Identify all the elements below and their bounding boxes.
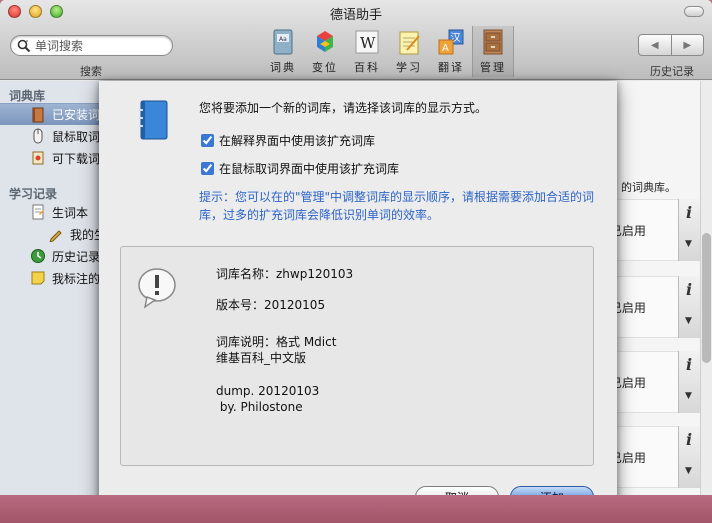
info-button[interactable]: i ▼	[678, 276, 700, 338]
info-icon: i	[686, 280, 693, 299]
svg-text:A: A	[442, 43, 449, 54]
history-back-button[interactable]: ◀	[639, 35, 671, 55]
conjugation-icon	[317, 31, 333, 52]
search-caption: 搜索	[80, 65, 102, 78]
info-icon: i	[686, 203, 693, 222]
blue-book-icon	[139, 100, 168, 140]
wikipedia-icon: W	[355, 30, 379, 54]
sidebar-item-label: 鼠标取词	[52, 129, 101, 144]
mouse-lookup-checkbox[interactable]	[201, 162, 214, 175]
dictionary-description-line2: 维基百科_中文版	[216, 351, 307, 365]
download-box-icon	[32, 151, 44, 165]
translate-icon: 汉 A	[438, 29, 464, 55]
tool-label: 变位	[312, 61, 338, 74]
option-mouse-lookup[interactable]: 在鼠标取词界面中使用该扩充词库	[201, 160, 399, 177]
chevron-down-icon: ▼	[685, 239, 692, 249]
hint-text: 提示：您可以在的"管理"中调整词库的显示顺序，请根据需要添加合适的词库，过多的扩…	[199, 190, 595, 222]
document-icon	[32, 204, 44, 220]
tool-label: 翻译	[438, 61, 464, 74]
dictionary-dump: dump. 20120103	[216, 384, 320, 398]
chevron-down-icon: ▼	[685, 391, 692, 401]
sticky-note-icon	[31, 271, 45, 285]
desktop-background	[0, 495, 712, 523]
dictionary-version: 版本号：20120105	[216, 298, 326, 312]
history-navigation: ◀ ▶	[638, 34, 704, 56]
dictionary-name: 词库名称：zhwp120103	[216, 267, 354, 281]
history-caption: 历史记录	[650, 65, 694, 78]
tool-conjugation[interactable]: 变位	[304, 28, 346, 77]
toolbar: 德语助手 搜索 Aa 词典	[0, 0, 712, 80]
tool-label: 百科	[354, 61, 380, 74]
info-button[interactable]: i ▼	[678, 199, 700, 261]
scrollbar-thumb[interactable]	[702, 233, 711, 363]
manage-cabinet-icon	[483, 29, 503, 55]
search-field[interactable]	[10, 35, 173, 56]
tool-dictionary[interactable]: Aa 词典	[262, 28, 304, 77]
tool-label: 管理	[480, 61, 506, 74]
toolbar-toggle-button[interactable]	[684, 6, 704, 17]
speech-bubble-alert-icon	[138, 268, 176, 309]
study-notepad-icon	[399, 31, 420, 55]
tool-label: 词典	[270, 61, 296, 74]
search-input[interactable]	[35, 38, 165, 53]
pen-icon	[49, 230, 62, 242]
dialog-title: 您将要添加一个新的词库，请选择该词库的显示方式。	[199, 101, 488, 115]
app-window: 德语助手 搜索 Aa 词典	[0, 0, 712, 495]
mouse-icon	[33, 128, 43, 144]
vertical-scrollbar[interactable]	[700, 81, 712, 495]
tool-group: Aa 词典 变位 W 百科 学习 汉 A 翻译 管理	[262, 26, 514, 77]
add-button[interactable]: 添加	[510, 486, 594, 495]
explain-view-checkbox[interactable]	[201, 134, 214, 147]
tool-wikipedia[interactable]: W 百科	[346, 28, 388, 77]
sidebar-item-label: 历史记录	[52, 249, 101, 264]
add-dictionary-dialog: 您将要添加一个新的词库，请选择该词库的显示方式。 在解释界面中使用该扩充词库 在…	[99, 81, 617, 495]
dictionary-info-box: 词库名称：zhwp120103 版本号：20120105 词库说明：格式 Mdi…	[120, 246, 594, 466]
dictionary-description: 词库说明：格式 Mdict	[216, 335, 337, 349]
tool-translate[interactable]: 汉 A 翻译	[430, 28, 472, 77]
cancel-button[interactable]: 取消	[415, 486, 499, 495]
chevron-down-icon: ▼	[685, 316, 692, 326]
info-icon: i	[686, 430, 693, 449]
tool-label: 学习	[396, 61, 422, 74]
option-explain-view[interactable]: 在解释界面中使用该扩充词库	[201, 132, 375, 149]
clock-icon	[31, 249, 45, 263]
svg-text:W: W	[360, 34, 376, 52]
info-button[interactable]: i ▼	[678, 351, 700, 413]
svg-text:Aa: Aa	[279, 36, 287, 43]
tool-manage[interactable]: 管理	[472, 26, 514, 77]
sidebar-item-label: 我标注的	[52, 271, 101, 286]
history-forward-button[interactable]: ▶	[670, 35, 704, 55]
sidebar-item-label: 已安装词	[52, 108, 101, 122]
sidebar-item-label: 可下载词	[52, 151, 101, 166]
dictionary-author: by. Philostone	[216, 400, 303, 414]
dictionary-icon: Aa	[273, 29, 293, 55]
info-icon: i	[686, 355, 693, 374]
list-description-text: 的词典库。	[621, 181, 676, 194]
book-icon	[32, 107, 44, 122]
chevron-down-icon: ▼	[685, 466, 692, 476]
search-icon	[17, 39, 31, 52]
option-label: 在解释界面中使用该扩充词库	[219, 134, 376, 148]
option-label: 在鼠标取词界面中使用该扩充词库	[219, 162, 400, 176]
window-title: 德语助手	[329, 8, 382, 23]
info-button[interactable]: i ▼	[678, 426, 700, 488]
tool-study[interactable]: 学习	[388, 28, 430, 77]
sidebar-item-label: 生词本	[52, 205, 89, 220]
